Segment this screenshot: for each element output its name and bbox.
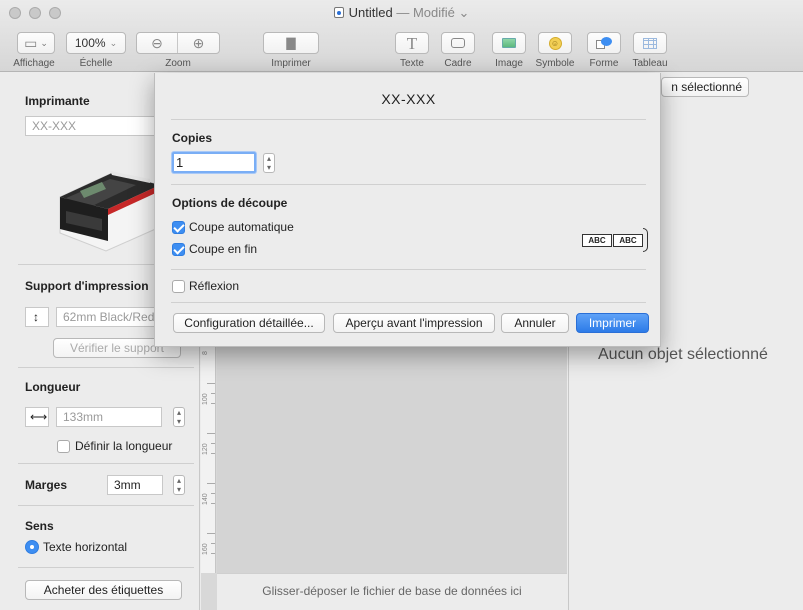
- orientation-heading: Sens: [25, 519, 54, 533]
- scale-value: 100%: [74, 36, 106, 50]
- divider: [171, 269, 646, 270]
- divider: [18, 367, 194, 368]
- printer-field[interactable]: XX-XXX: [25, 116, 155, 136]
- print-toolbar-button[interactable]: ▇: [263, 32, 319, 54]
- length-field[interactable]: 133mm: [56, 407, 162, 427]
- text-label: Texte: [400, 58, 424, 69]
- dialog-title: XX-XXX: [381, 91, 436, 107]
- document-name: Untitled: [348, 5, 393, 20]
- ruler-label: 100: [202, 393, 209, 405]
- end-cut-checkbox[interactable]: [172, 243, 185, 256]
- cancel-button[interactable]: Annuler: [501, 313, 569, 333]
- sidebar-icon: ▭: [24, 35, 38, 51]
- length-stepper[interactable]: ▴ ▾: [173, 407, 185, 427]
- scale-label: Échelle: [79, 58, 113, 69]
- ruler-label: 8: [202, 351, 209, 355]
- frame-icon: [451, 38, 465, 48]
- document-status[interactable]: Modifié: [413, 5, 455, 20]
- smiley-icon: ☺: [548, 36, 562, 50]
- divider: [18, 463, 194, 464]
- vertical-ruler: 8 100 120 140 160: [201, 343, 216, 573]
- ruler-label: 160: [202, 543, 209, 555]
- symbol-label: Symbole: [535, 58, 575, 69]
- view-button[interactable]: ▭ ⌄: [17, 32, 55, 54]
- advanced-settings-button[interactable]: Configuration détaillée...: [173, 313, 325, 333]
- view-label: Affichage: [13, 58, 55, 69]
- frame-label: Cadre: [444, 58, 472, 69]
- image-label: Image: [495, 58, 523, 69]
- set-length-label: Définir la longueur: [75, 439, 173, 453]
- divider: [171, 184, 646, 185]
- cut-preview-label: ABC: [582, 234, 612, 247]
- copies-stepper[interactable]: ▴ ▾: [263, 153, 275, 173]
- divider: [18, 567, 194, 568]
- chevron-down-icon: ⌄: [40, 37, 48, 48]
- label-canvas[interactable]: [217, 343, 567, 573]
- table-icon: [643, 37, 657, 49]
- copies-heading: Copies: [172, 131, 213, 145]
- horizontal-text-label: Texte horizontal: [43, 540, 128, 554]
- scale-select[interactable]: 100% ⌄: [66, 32, 126, 54]
- print-button[interactable]: Imprimer: [576, 313, 649, 333]
- buy-labels-button[interactable]: Acheter des étiquettes: [25, 580, 182, 600]
- printer-image: [59, 171, 161, 252]
- cut-preview-bracket: [643, 228, 648, 252]
- shape-label: Forme: [589, 58, 619, 69]
- mirror-label: Réflexion: [189, 279, 240, 293]
- length-icon: ⟷: [25, 407, 49, 427]
- chevron-down-icon: ⌄: [458, 5, 470, 20]
- selection-button-label: n sélectionné: [671, 80, 742, 94]
- margins-stepper[interactable]: ▴ ▾: [173, 475, 185, 495]
- zoom-in-button[interactable]: ⊕: [178, 33, 219, 53]
- text-icon: T: [406, 33, 418, 53]
- copies-input[interactable]: 1: [172, 152, 256, 173]
- length-heading: Longueur: [25, 380, 81, 394]
- zoom-out-button[interactable]: ⊖: [137, 33, 179, 53]
- ruler-label: 140: [202, 493, 209, 505]
- title-bar: Untitled — Modifié ⌄ ▭ ⌄ Affichage 100% …: [0, 0, 803, 72]
- set-length-checkbox[interactable]: [57, 440, 70, 453]
- zoom-out-icon: ⊖: [151, 35, 163, 51]
- table-label: Tableau: [632, 58, 668, 69]
- margins-field[interactable]: 3mm: [107, 475, 163, 495]
- zoom-control: ⊖ ⊕: [136, 32, 220, 54]
- end-cut-label: Coupe en fin: [189, 242, 258, 256]
- print-preview-button[interactable]: Aperçu avant l'impression: [333, 313, 495, 333]
- margins-label: Marges: [25, 478, 68, 492]
- table-tool-button[interactable]: [633, 32, 667, 54]
- title-separator: —: [396, 5, 410, 20]
- document-icon: [333, 7, 344, 18]
- database-drop-zone[interactable]: Glisser-déposer le fichier de base de do…: [217, 573, 567, 610]
- app-window: Untitled — Modifié ⌄ ▭ ⌄ Affichage 100% …: [0, 0, 803, 610]
- auto-cut-label: Coupe automatique: [189, 220, 294, 234]
- image-tool-button[interactable]: [492, 32, 526, 54]
- media-orientation-icon[interactable]: ↕: [25, 307, 49, 327]
- divider: [18, 505, 194, 506]
- printer-icon: ▇: [286, 36, 296, 50]
- zoom-in-icon: ⊕: [192, 35, 205, 51]
- auto-cut-checkbox[interactable]: [172, 221, 185, 234]
- text-tool-button[interactable]: T: [395, 32, 429, 54]
- window-title: Untitled — Modifié ⌄: [0, 5, 803, 21]
- divider: [171, 302, 646, 303]
- printer-heading: Imprimante: [25, 94, 90, 108]
- mirror-checkbox[interactable]: [172, 280, 185, 293]
- cut-preview-label: ABC: [613, 234, 643, 247]
- divider: [171, 119, 646, 120]
- symbol-tool-button[interactable]: ☺: [538, 32, 572, 54]
- ruler-label: 120: [202, 443, 209, 455]
- selection-button[interactable]: n sélectionné: [661, 77, 749, 97]
- print-dialog: XX-XXX Copies 1 ▴ ▾ Options de découpe Co…: [154, 73, 661, 347]
- chevron-down-icon: ⌄: [109, 37, 118, 48]
- image-icon: [502, 38, 516, 48]
- shape-tool-button[interactable]: [587, 32, 621, 54]
- cut-options-heading: Options de découpe: [172, 196, 288, 210]
- frame-tool-button[interactable]: [441, 32, 475, 54]
- shape-icon: [596, 37, 612, 49]
- horizontal-text-radio[interactable]: [25, 540, 39, 554]
- no-selection-message: Aucun objet sélectionné: [598, 346, 768, 363]
- print-label: Imprimer: [271, 58, 311, 69]
- zoom-label: Zoom: [165, 58, 191, 69]
- media-heading: Support d'impression: [25, 279, 149, 293]
